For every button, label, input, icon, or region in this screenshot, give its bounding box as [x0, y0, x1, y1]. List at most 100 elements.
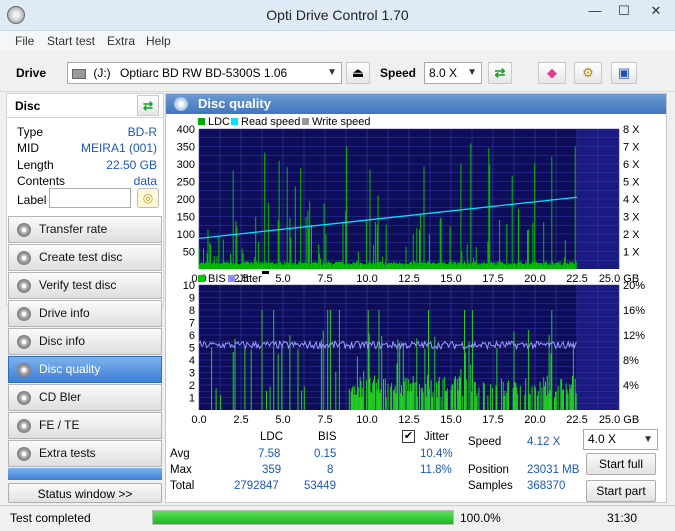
status-window-button[interactable]: Status window >>	[8, 483, 162, 503]
nav-disc-info[interactable]: Disc info	[8, 328, 162, 355]
disc-icon	[17, 363, 31, 377]
x-tick-label: 12.5	[398, 414, 419, 426]
nav-create-test-disc[interactable]: Create test disc	[8, 244, 162, 271]
y-left-tick-label: 9	[189, 293, 195, 305]
menu-help[interactable]: Help	[146, 34, 171, 48]
window-title: Opti Drive Control 1.70	[266, 7, 409, 23]
erase-button[interactable]: ◆	[538, 62, 566, 84]
disc-mid-label: MID	[17, 141, 39, 155]
x-tick-label: 10.0	[356, 273, 377, 285]
refresh-icon: ⇄	[494, 65, 506, 80]
disc-label-input[interactable]	[49, 188, 131, 208]
y-left-tick-label: 100	[177, 229, 195, 241]
checkmark-icon: ✔	[403, 430, 414, 442]
x-tick-label: 20.0	[524, 414, 545, 426]
charts-area: LDC Read speed Write speed 5010015020025…	[177, 116, 646, 426]
disc-icon	[17, 419, 31, 433]
disc-icon	[17, 447, 31, 461]
menu-start-test[interactable]: Start test	[47, 34, 95, 48]
close-button[interactable]: ✕	[639, 0, 673, 22]
nav-extra-tests[interactable]: Extra tests	[8, 440, 162, 467]
nav-verify-test-disc[interactable]: Verify test disc	[8, 272, 162, 299]
jitter-checkbox[interactable]: ✔	[402, 430, 415, 443]
y-right-tick-label: 6 X	[623, 159, 640, 171]
disc-icon	[17, 391, 31, 405]
progress-fill	[153, 511, 453, 524]
x-tick-label: 5.0	[275, 273, 290, 285]
x-tick-label: 25.0 GB	[599, 414, 639, 426]
drive-letter: (J:)	[93, 66, 111, 80]
disc-length-value: 22.50 GB	[106, 158, 157, 172]
nav-drive-info[interactable]: Drive info	[8, 300, 162, 327]
y-right-tick-label: 1 X	[623, 247, 640, 259]
start-part-button[interactable]: Start part	[586, 480, 656, 502]
drive-select[interactable]: (J:) Optiarc BD RW BD-5300S 1.06 ▼	[67, 62, 342, 84]
disc-quality-icon	[174, 97, 188, 111]
nav-transfer-rate[interactable]: Transfer rate	[8, 216, 162, 243]
maximize-button[interactable]: ☐	[610, 0, 638, 22]
left-panel: Disc ⇄ Type BD-R MID MEIRA1 (001) Length…	[6, 93, 164, 503]
ldc-chart: 50 100 150 200 250 300 350 400 1 X 2 X 3 X 4 X 5 X 6 …	[177, 124, 641, 285]
ldc-legend-label: LDC	[208, 116, 230, 128]
test-speed-value: 4.0 X	[588, 432, 617, 446]
gears-icon: ⚙	[582, 65, 594, 80]
nav-disc-quality[interactable]: Disc quality	[8, 356, 162, 383]
y-left-tick-label: 1	[189, 393, 195, 405]
panel-title: Disc quality	[198, 96, 271, 111]
nav-drive-info-label: Drive info	[39, 306, 90, 320]
chevron-down-icon: ▼	[467, 67, 477, 78]
speed-select[interactable]: 8.0 X ▼	[424, 62, 482, 84]
avg-jitter-value: 10.4%	[420, 448, 453, 460]
max-jitter-value: 11.8%	[420, 464, 452, 476]
disc-refresh-button[interactable]: ⇄	[137, 95, 159, 116]
start-full-button[interactable]: Start full	[586, 453, 656, 475]
disc-mid-value: MEIRA1 (001)	[80, 141, 157, 155]
disc-label-icon: ◎	[142, 191, 154, 205]
test-speed-select[interactable]: 4.0 X ▼	[583, 429, 658, 450]
refresh-button[interactable]: ⇄	[488, 62, 512, 84]
y-right-tick-label: 3 X	[623, 212, 640, 224]
bis-legend-swatch	[198, 275, 205, 282]
settings-button[interactable]: ⚙	[574, 62, 602, 84]
disc-icon	[17, 307, 31, 321]
eject-button[interactable]: ⏏	[346, 62, 370, 84]
col-bis-header: BIS	[318, 431, 337, 443]
drive-label: Drive	[16, 66, 47, 80]
y-left-tick-label: 350	[177, 142, 195, 154]
disc-header-title: Disc	[15, 99, 41, 113]
nav-fe-te[interactable]: FE / TE	[8, 412, 162, 439]
menu-file[interactable]: File	[15, 34, 34, 48]
disc-icon	[17, 251, 31, 265]
avg-bis-value: 0.15	[314, 448, 337, 460]
y-left-tick-label: 250	[177, 177, 195, 189]
y-right-tick-label: 20%	[623, 280, 645, 292]
bis-chart: 12345678910 4% 8% 12% 16% 20% 0.0 2.5 5.0 7.5 10.0…	[183, 271, 645, 426]
ldc-legend: LDC Read speed Write speed	[198, 116, 371, 128]
nav-disc-info-label: Disc info	[39, 334, 86, 348]
toolbar: Drive (J:) Optiarc BD RW BD-5300S 1.06 ▼…	[0, 52, 675, 92]
save-button[interactable]: ▣	[611, 62, 637, 84]
y-left-tick-label: 6	[189, 330, 195, 342]
y-left-tick-label: 400	[177, 124, 195, 136]
status-bar: Test completed 100.0% 31:30	[0, 505, 675, 531]
y-left-tick-label: 2	[189, 380, 195, 392]
samples-label: Samples	[468, 480, 513, 492]
y-right-tick-label: 4%	[623, 380, 639, 392]
disc-contents-label: Contents	[17, 174, 66, 188]
y-right-tick-label: 4 X	[623, 194, 640, 206]
minimize-button[interactable]: —	[580, 0, 610, 22]
menu-extra[interactable]: Extra	[107, 34, 135, 48]
drive-name: Optiarc BD RW BD-5300S 1.06	[120, 66, 288, 80]
disc-label-edit-button[interactable]: ◎	[137, 188, 159, 208]
col-ldc-header: LDC	[260, 431, 284, 443]
disc-icon	[17, 279, 31, 293]
bis-legend: BIS Jitter	[198, 273, 262, 285]
refresh-icon: ⇄	[142, 99, 154, 113]
read-speed-legend-swatch	[231, 118, 238, 125]
x-tick-label: 0.0	[191, 414, 206, 426]
y-left-tick-label: 200	[177, 194, 195, 206]
y-left-tick-label: 50	[183, 247, 195, 259]
avg-label: Avg	[170, 448, 190, 460]
disc-quality-panel: Disc quality LDC Read speed Write speed …	[165, 93, 667, 503]
nav-cd-bler[interactable]: CD Bler	[8, 384, 162, 411]
